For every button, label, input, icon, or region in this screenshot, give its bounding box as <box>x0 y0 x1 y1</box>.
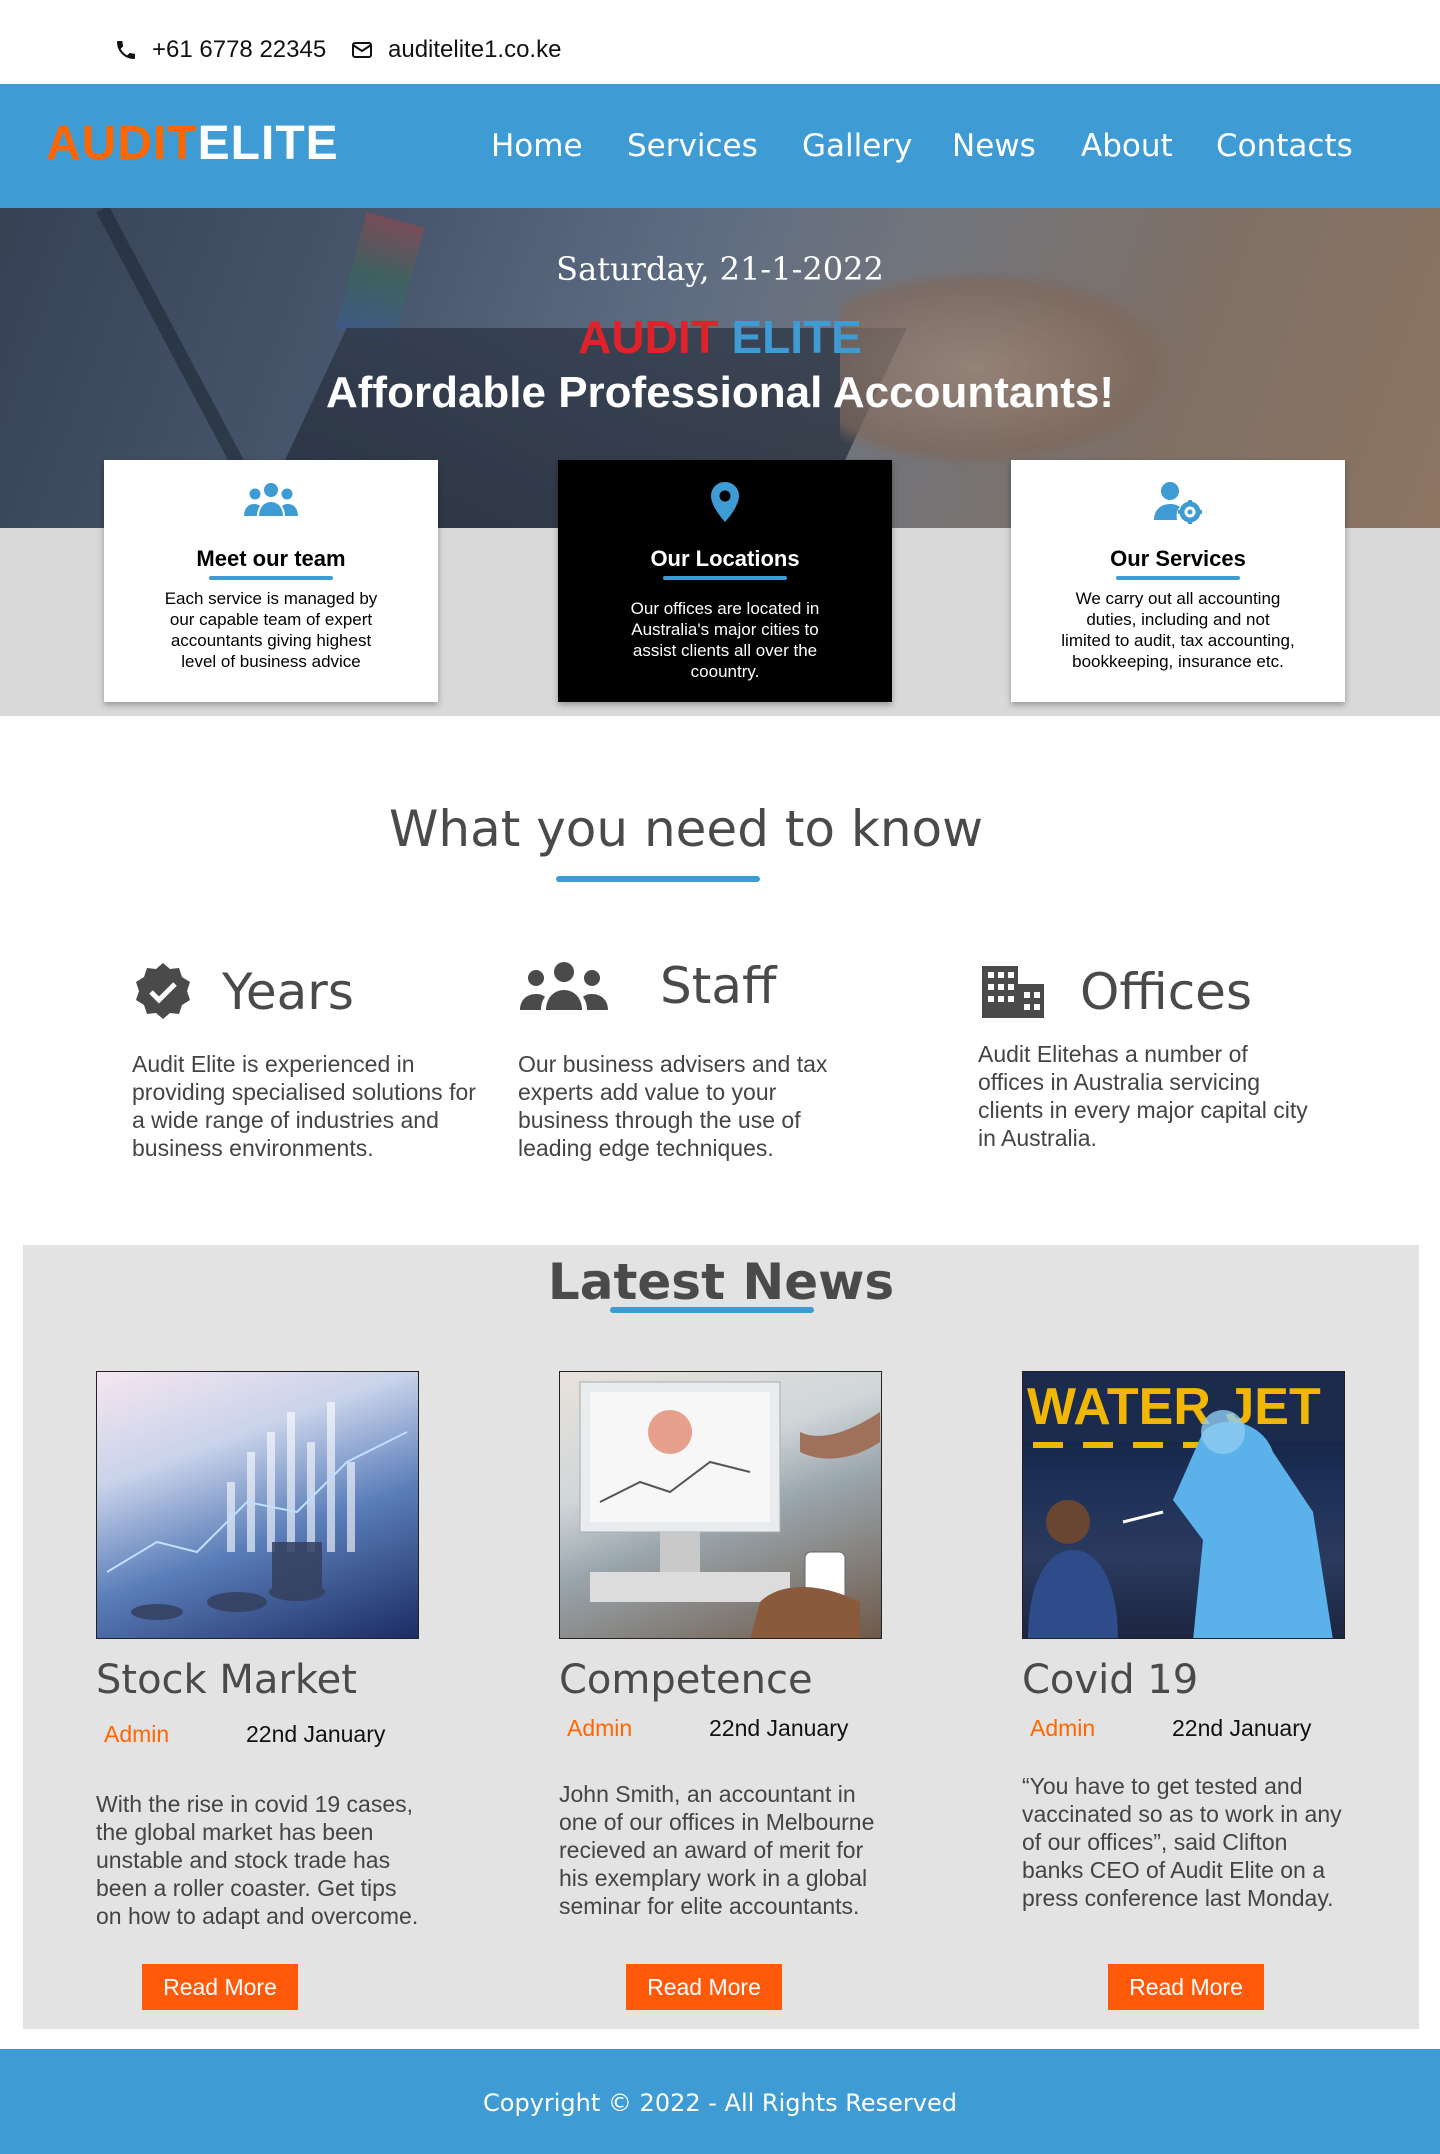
hero-brand: AUDIT ELITE <box>0 310 1440 364</box>
hero-tagline: Affordable Professional Accountants! <box>325 368 1115 417</box>
copyright-text: Copyright © 2022 - All Rights Reserved <box>483 2089 957 2117</box>
news-post-excerpt: With the rise in covid 19 cases, the glo… <box>96 1791 419 1929</box>
card-underline <box>663 576 787 580</box>
phone-icon <box>117 41 135 59</box>
fact-title: Staff <box>660 957 777 1015</box>
fact-text: Audit Elitehas a number of offices in Au… <box>978 1041 1308 1151</box>
fact-title: Years <box>222 963 354 1021</box>
fact-staff: Staff Our business advisers and tax expe… <box>518 950 858 1162</box>
news-post-meta: Admin 22nd January <box>96 1721 426 1748</box>
news-post-competence: Competence Admin 22nd January John Smith,… <box>559 1371 889 1920</box>
hero-date: Saturday, 21-1-2022 <box>556 250 884 288</box>
news-post-excerpt: “You have to get tested and vaccinated s… <box>1022 1773 1342 1911</box>
svg-text:WATER JET: WATER JET <box>1027 1378 1321 1436</box>
nav-gallery[interactable]: Gallery <box>802 128 912 164</box>
news-date: 22nd January <box>246 1721 386 1747</box>
news-post-excerpt: John Smith, an accountant in one of our … <box>559 1781 875 1919</box>
email-address: auditelite1.co.ke <box>388 36 562 63</box>
read-more-button[interactable]: Read More <box>1108 1964 1264 2010</box>
news-post-title[interactable]: Competence <box>559 1657 889 1703</box>
card-title: Meet our team <box>196 546 346 571</box>
verified-badge-icon <box>136 963 190 1019</box>
contact-bar: +61 6778 22345 auditelite1.co.ke <box>0 0 1440 84</box>
news-post-covid: WATER JET Covid 19 Admin 22nd January “Yo… <box>1022 1371 1352 1912</box>
hero-brand-elite: ELITE <box>731 311 862 363</box>
news-image-covid[interactable]: WATER JET <box>1022 1371 1345 1639</box>
phone-number: +61 6778 22345 <box>152 36 327 63</box>
read-more-button[interactable]: Read More <box>142 1964 298 2010</box>
nav-contacts[interactable]: Contacts <box>1216 128 1353 164</box>
news-author[interactable]: Admin <box>559 1715 709 1742</box>
navbar: AUDITELITE Home Services Gallery News Ab… <box>0 84 1440 208</box>
card-underline <box>1116 576 1240 580</box>
fact-title: Offices <box>1080 963 1252 1021</box>
nav-news[interactable]: News <box>952 128 1036 164</box>
fact-text: Our business advisers and tax experts ad… <box>518 1051 828 1161</box>
fact-text: Audit Elite is experienced in providing … <box>132 1051 476 1161</box>
card-title: Our Locations <box>650 546 800 571</box>
card-our-locations[interactable]: Our Locations Our offices are located in… <box>558 460 892 702</box>
team-icon <box>244 483 298 516</box>
news-post-meta: Admin 22nd January <box>1022 1715 1352 1742</box>
section-title-know: What you need to know <box>388 800 984 858</box>
user-gear-icon <box>1154 482 1202 524</box>
news-post-title[interactable]: Covid 19 <box>1022 1657 1352 1703</box>
nav-services[interactable]: Services <box>627 128 758 164</box>
news-image-stock-market[interactable] <box>96 1371 419 1639</box>
logo-part-elite: ELITE <box>197 117 339 170</box>
card-title: Our Services <box>1110 546 1246 571</box>
nav-about[interactable]: About <box>1081 128 1173 164</box>
news-post-meta: Admin 22nd January <box>559 1715 889 1742</box>
news-author[interactable]: Admin <box>96 1721 246 1748</box>
email-contact[interactable]: auditelite1.co.ke <box>350 36 561 64</box>
news-date: 22nd January <box>1172 1715 1312 1741</box>
location-pin-icon <box>711 482 739 522</box>
hero-brand-audit: AUDIT <box>578 311 719 363</box>
mail-icon <box>352 42 372 58</box>
footer: Copyright © 2022 - All Rights Reserved <box>0 2049 1440 2154</box>
fact-offices: Offices Audit Elitehas a number of offic… <box>978 956 1308 1152</box>
card-text: We carry out all accounting duties, incl… <box>1061 589 1295 671</box>
stock-chart-graphic <box>106 1402 408 1620</box>
phone-contact[interactable]: +61 6778 22345 <box>114 36 326 64</box>
card-text: Each service is managed by our capable t… <box>164 589 378 671</box>
news-image-competence[interactable] <box>559 1371 882 1639</box>
card-underline <box>209 576 333 580</box>
nav-home[interactable]: Home <box>491 128 583 164</box>
covid-test-graphic: WATER JET <box>1023 1372 1344 1638</box>
logo[interactable]: AUDITELITE <box>46 116 339 171</box>
latest-news-section: Latest News Stock Market Admin 22nd Janua… <box>23 1245 1419 2029</box>
news-post-title[interactable]: Stock Market <box>96 1657 426 1703</box>
card-our-services[interactable]: Our Services We carry out all accounting… <box>1011 460 1345 702</box>
read-more-button[interactable]: Read More <box>626 1964 782 2010</box>
section-underline <box>610 1307 814 1313</box>
office-building-icon <box>982 966 1044 1018</box>
section-title-news: Latest News <box>547 1253 895 1311</box>
news-date: 22nd January <box>709 1715 849 1741</box>
office-desk-graphic <box>579 1381 880 1638</box>
fact-years: Years Audit Elite is experienced in prov… <box>132 956 482 1162</box>
card-meet-team[interactable]: Meet our team Each service is managed by… <box>104 460 438 702</box>
card-text: Our offices are located in Australia's m… <box>630 599 820 681</box>
section-underline <box>556 876 760 882</box>
news-post-stock-market: Stock Market Admin 22nd January With the … <box>96 1371 426 1930</box>
news-author[interactable]: Admin <box>1022 1715 1172 1742</box>
people-group-icon <box>520 962 608 1010</box>
logo-part-audit: AUDIT <box>46 117 198 170</box>
